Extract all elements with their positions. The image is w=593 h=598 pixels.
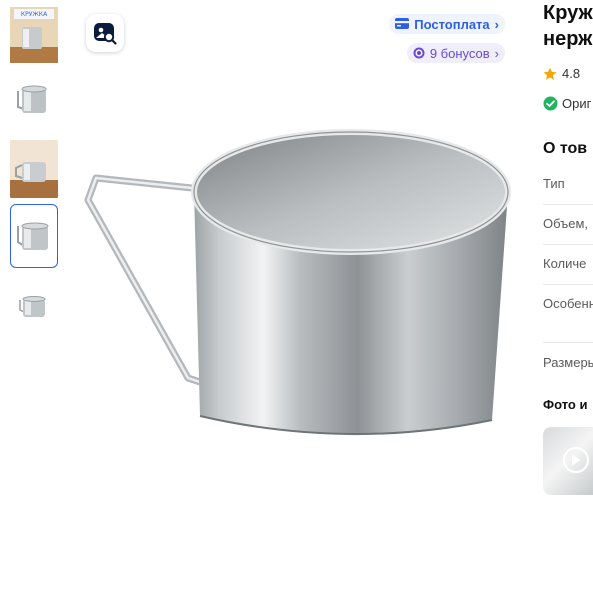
spec-divider (543, 284, 593, 285)
bonus-coin-icon (413, 47, 425, 59)
original-label: Ориг (562, 96, 592, 111)
spec-label-quantity: Количе (543, 256, 587, 271)
verified-check-icon (543, 96, 558, 111)
product-title: Круж нерж (543, 0, 593, 52)
main-product-image[interactable] (80, 120, 520, 445)
rating-value: 4.8 (562, 66, 581, 81)
chevron-right-icon: › (494, 45, 499, 61)
stainless-mug-image (84, 129, 511, 436)
thumbnail-3[interactable] (10, 138, 58, 200)
thumbnail-mug-image (17, 222, 49, 250)
thumbnail-5[interactable] (10, 276, 58, 338)
spec-divider (543, 244, 593, 245)
product-title-line-2: нерж (543, 28, 593, 50)
product-title-line-1: Круж (543, 2, 593, 24)
postpay-badge[interactable]: Постоплата › (389, 14, 505, 34)
thumbnail-4-selected[interactable] (10, 204, 58, 268)
spec-divider (543, 204, 593, 205)
photo-video-heading: Фото и (543, 397, 588, 412)
spec-label-dimensions: Размеры (543, 355, 593, 370)
video-thumbnail[interactable] (543, 427, 593, 495)
card-icon (395, 18, 410, 29)
about-product-heading: О тов (543, 140, 588, 157)
thumbnail-package-image: КРУЖКА (10, 7, 58, 63)
chevron-right-icon: › (494, 16, 499, 32)
thumb-caption: КРУЖКА (21, 11, 48, 18)
thumbnail-mug-small-image (19, 296, 46, 317)
play-icon (563, 447, 589, 473)
image-search-button[interactable] (86, 14, 124, 52)
spec-label-volume: Объем, (543, 216, 589, 231)
spec-label-type: Тип (543, 176, 565, 191)
thumbnail-2[interactable] (10, 68, 58, 130)
postpay-label: Постоплата (414, 16, 490, 32)
spec-divider (543, 342, 593, 343)
thumbnail-lifestyle-image (10, 140, 58, 198)
star-icon (543, 67, 557, 80)
image-search-icon (94, 23, 117, 45)
spec-label-features: Особенн (543, 296, 593, 311)
rating-row[interactable]: 4.8 (543, 66, 580, 81)
bonus-label: 9 бонусов (429, 45, 490, 61)
original-row: Ориг (543, 96, 591, 111)
bonus-badge[interactable]: 9 бонусов › (406, 43, 505, 63)
thumbnail-1[interactable]: КРУЖКА (10, 4, 58, 66)
thumbnail-mug-image (17, 85, 47, 113)
